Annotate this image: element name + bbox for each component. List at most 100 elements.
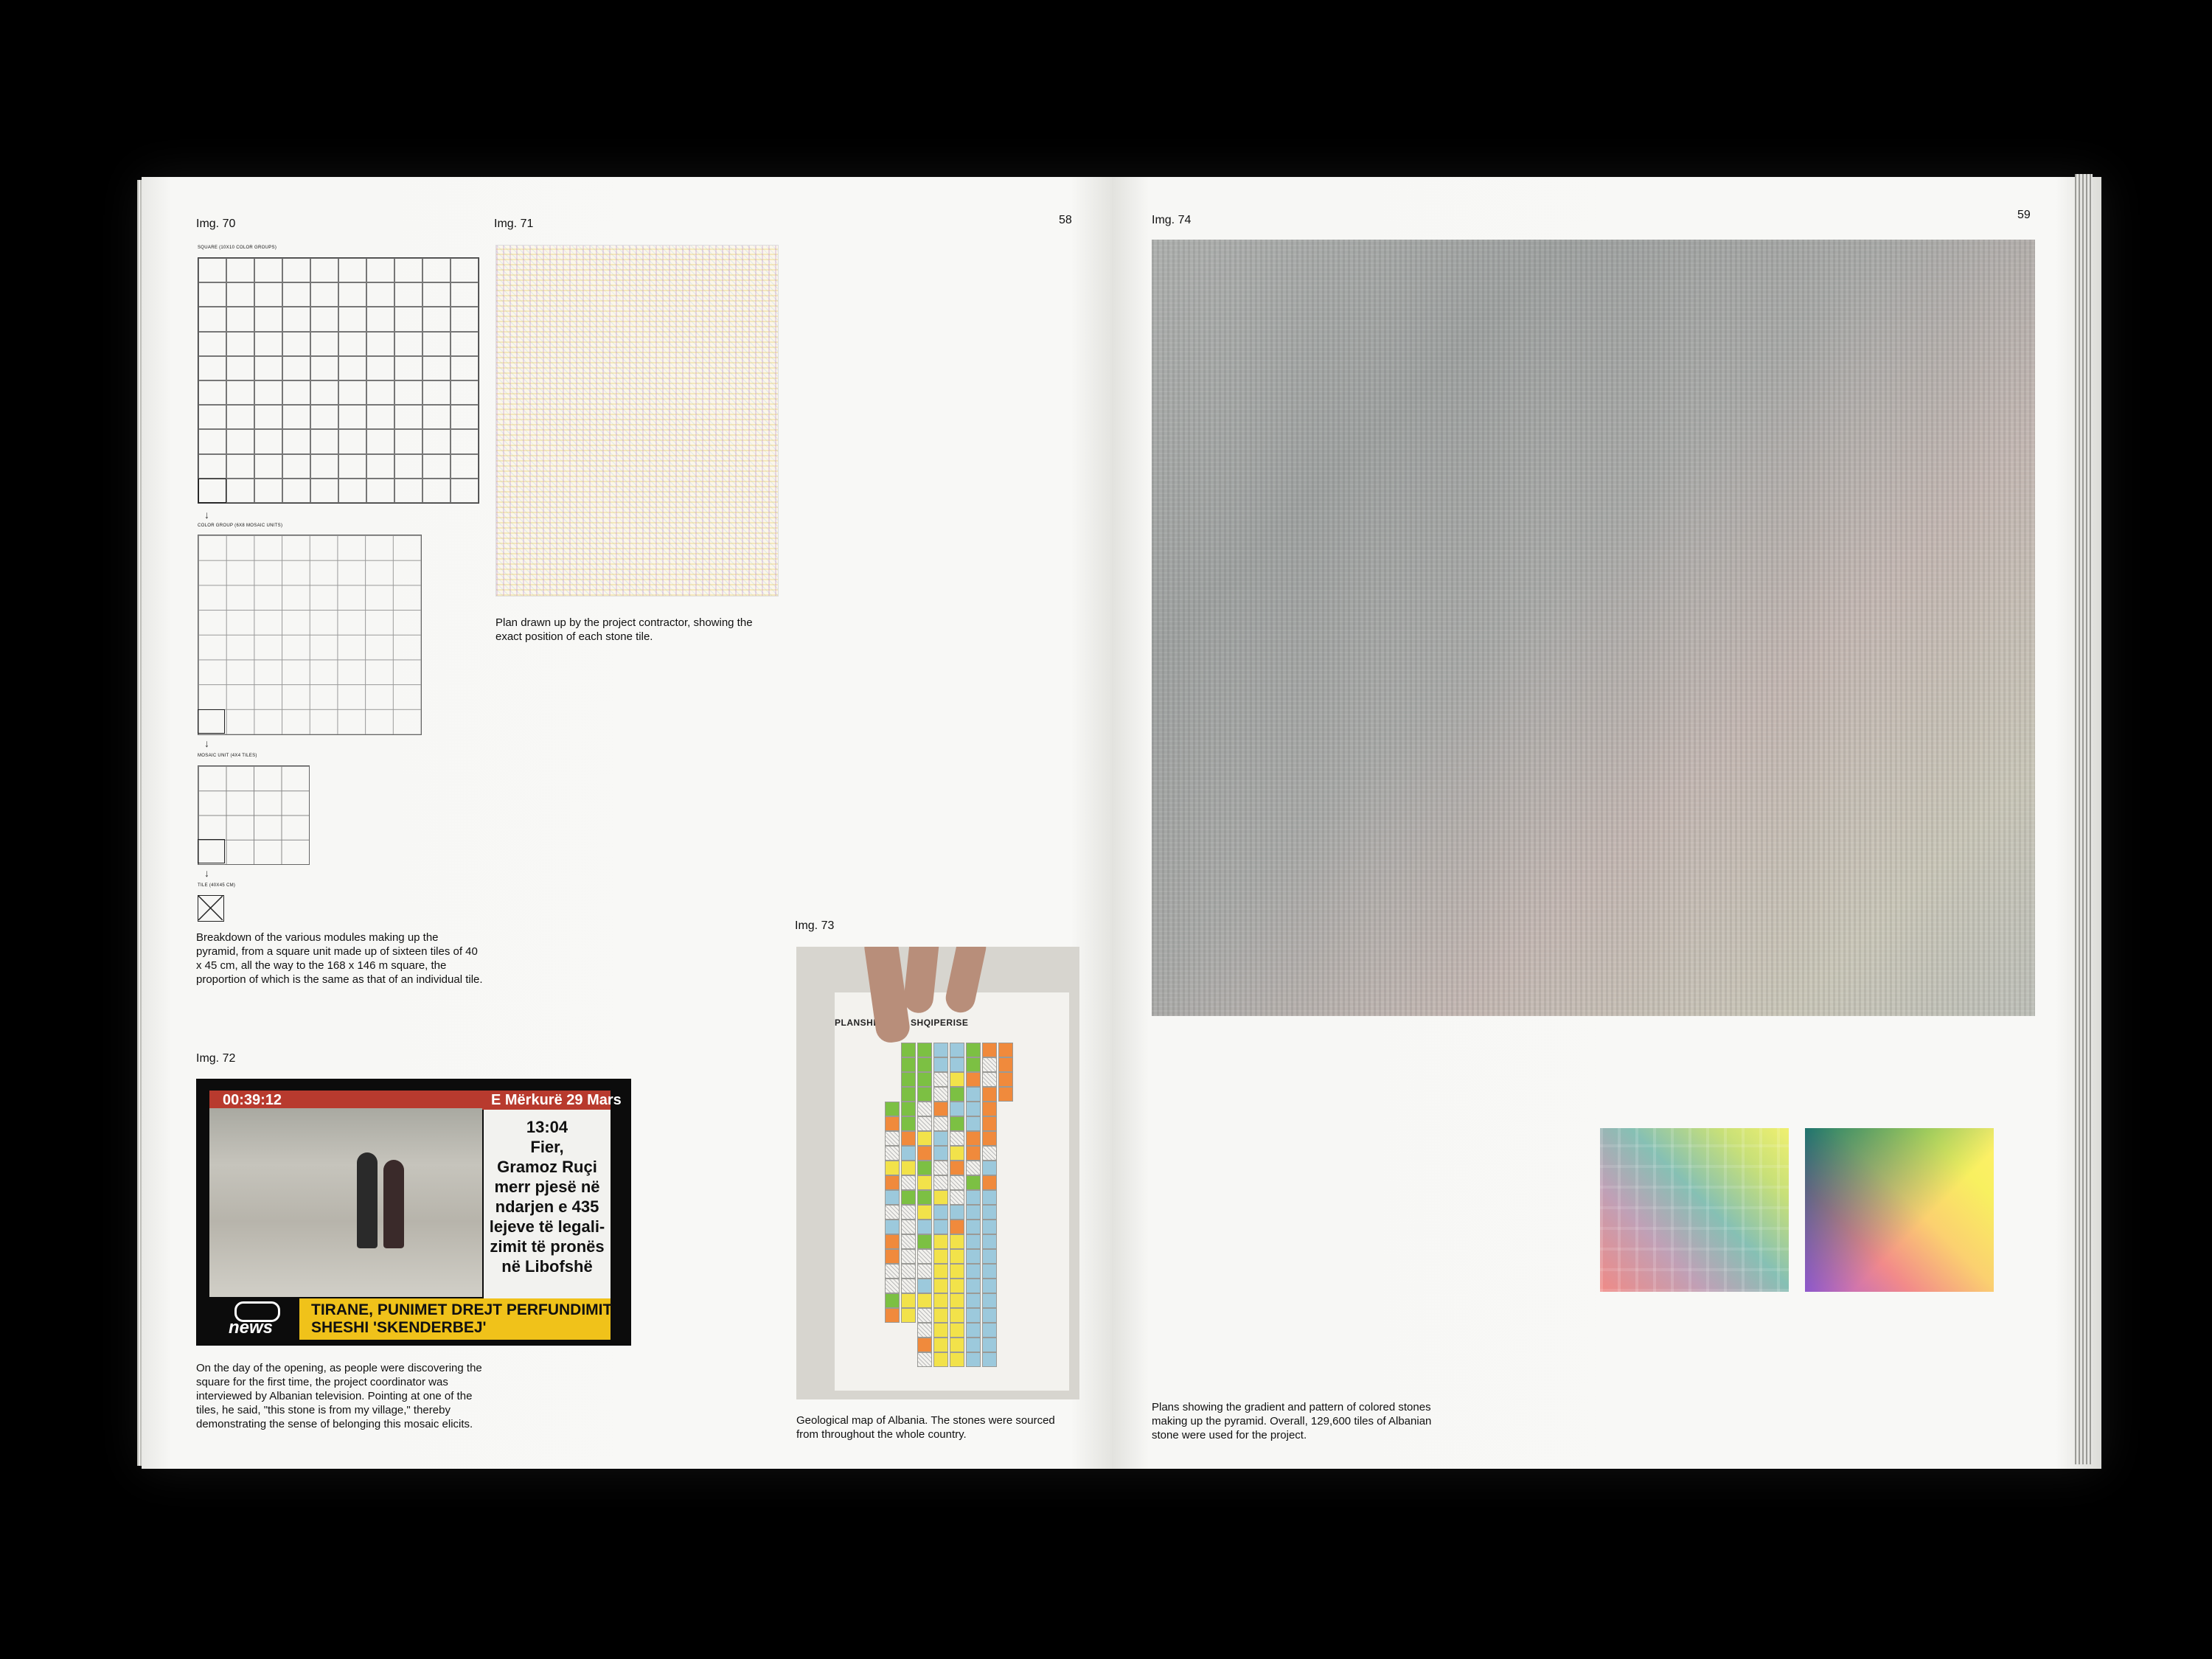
map-cell bbox=[966, 1234, 981, 1249]
square-grid-cell bbox=[282, 429, 310, 454]
map-cell bbox=[917, 1087, 932, 1102]
tv-logo-text: news bbox=[229, 1318, 274, 1338]
map-cell bbox=[982, 1352, 997, 1367]
map-cell bbox=[982, 1308, 997, 1323]
img72-caption: On the day of the opening, as people wer… bbox=[196, 1362, 482, 1430]
map-cell bbox=[917, 1190, 932, 1205]
square-grid-cell bbox=[366, 478, 394, 503]
map-cell bbox=[950, 1323, 964, 1338]
square-grid-cell bbox=[254, 429, 282, 454]
map-cell bbox=[950, 1072, 964, 1087]
map-cell bbox=[933, 1161, 948, 1175]
map-cell bbox=[933, 1205, 948, 1220]
map-cell bbox=[982, 1175, 997, 1190]
square-grid-cell bbox=[254, 282, 282, 307]
map-cell bbox=[966, 1338, 981, 1352]
map-cell bbox=[901, 1087, 916, 1102]
page-number-right: 59 bbox=[2017, 209, 2031, 221]
square-grid-cell bbox=[422, 355, 451, 380]
map-cell bbox=[966, 1043, 981, 1057]
square-grid-cell bbox=[394, 355, 422, 380]
square-grid-cell bbox=[226, 258, 254, 283]
map-cell bbox=[950, 1175, 964, 1190]
map-cell bbox=[950, 1293, 964, 1308]
square-grid-cell bbox=[422, 478, 451, 503]
square-grid-cell bbox=[226, 380, 254, 406]
map-cell bbox=[901, 1190, 916, 1205]
img71-label: Img. 71 bbox=[494, 218, 534, 230]
square-grid-cell bbox=[254, 380, 282, 406]
square-grid-cell bbox=[338, 453, 366, 479]
map-cell bbox=[982, 1338, 997, 1352]
square-grid-cell bbox=[254, 307, 282, 332]
map-cell bbox=[901, 1175, 916, 1190]
map-cell bbox=[933, 1308, 948, 1323]
map-cell bbox=[901, 1043, 916, 1057]
square-grid-cell bbox=[366, 331, 394, 356]
map-cell bbox=[998, 1072, 1013, 1087]
map-cell bbox=[933, 1338, 948, 1352]
map-cell bbox=[982, 1279, 997, 1293]
tv-panel-line: Gramoz Ruçi bbox=[497, 1158, 597, 1176]
map-cell bbox=[901, 1220, 916, 1234]
map-cell bbox=[982, 1087, 997, 1102]
map-cell bbox=[917, 1234, 932, 1249]
tv-panel-line: ndarjen e 435 bbox=[495, 1197, 599, 1216]
geological-map-photo: PLANSHETAT ... SHQIPERISE bbox=[796, 947, 1079, 1399]
map-cell bbox=[998, 1087, 1013, 1102]
book-edge-right bbox=[2075, 174, 2093, 1464]
map-cell bbox=[933, 1249, 948, 1264]
square-grid-cell bbox=[282, 405, 310, 430]
square-grid-cell bbox=[254, 478, 282, 503]
square-grid-cell bbox=[310, 429, 338, 454]
square-grid-cell bbox=[310, 453, 338, 479]
square-grid-cell bbox=[451, 429, 479, 454]
map-cell bbox=[885, 1116, 900, 1131]
square-grid-cell bbox=[422, 429, 451, 454]
map-cell bbox=[917, 1264, 932, 1279]
square-grid-cell bbox=[254, 405, 282, 430]
map-cell bbox=[917, 1057, 932, 1072]
map-cell bbox=[950, 1102, 964, 1116]
square-grid-cell bbox=[226, 307, 254, 332]
square-grid-cell bbox=[198, 307, 226, 332]
map-cell bbox=[933, 1279, 948, 1293]
map-cell bbox=[950, 1161, 964, 1175]
map-cell bbox=[966, 1323, 981, 1338]
square-grid-cell bbox=[282, 307, 310, 332]
map-cell bbox=[885, 1131, 900, 1146]
square-grid-cell bbox=[422, 331, 451, 356]
square-grid-cell bbox=[310, 331, 338, 356]
map-cell bbox=[885, 1220, 900, 1234]
map-cell bbox=[933, 1293, 948, 1308]
square-grid-cell bbox=[366, 429, 394, 454]
map-cell bbox=[917, 1352, 932, 1367]
map-cell bbox=[950, 1264, 964, 1279]
color-group-heading: COLOR GROUP (6x8 mosaic units) bbox=[198, 524, 283, 528]
map-cell bbox=[966, 1279, 981, 1293]
square-grid-cell bbox=[282, 355, 310, 380]
square-grid-cell bbox=[451, 258, 479, 283]
tv-square-photo bbox=[209, 1108, 482, 1297]
map-cell bbox=[950, 1190, 964, 1205]
square-grid-cell bbox=[310, 355, 338, 380]
square-grid-cell bbox=[394, 405, 422, 430]
map-cell bbox=[982, 1131, 997, 1146]
square-grid-cell bbox=[338, 429, 366, 454]
map-cell bbox=[885, 1249, 900, 1264]
square-grid-cell bbox=[338, 258, 366, 283]
map-cell bbox=[885, 1264, 900, 1279]
tv-panel-line: Fier, bbox=[530, 1138, 564, 1156]
map-cell bbox=[917, 1175, 932, 1190]
map-cell bbox=[982, 1293, 997, 1308]
square-grid-cell bbox=[282, 453, 310, 479]
color-group-grid bbox=[198, 535, 422, 735]
square-grid-cell bbox=[226, 478, 254, 503]
square-grid-cell bbox=[394, 282, 422, 307]
map-cell bbox=[933, 1190, 948, 1205]
map-cell bbox=[901, 1279, 916, 1293]
map-cell bbox=[982, 1116, 997, 1131]
img73-label: Img. 73 bbox=[795, 919, 835, 932]
map-cell bbox=[966, 1220, 981, 1234]
smooth-gradient-image bbox=[1805, 1128, 1994, 1292]
